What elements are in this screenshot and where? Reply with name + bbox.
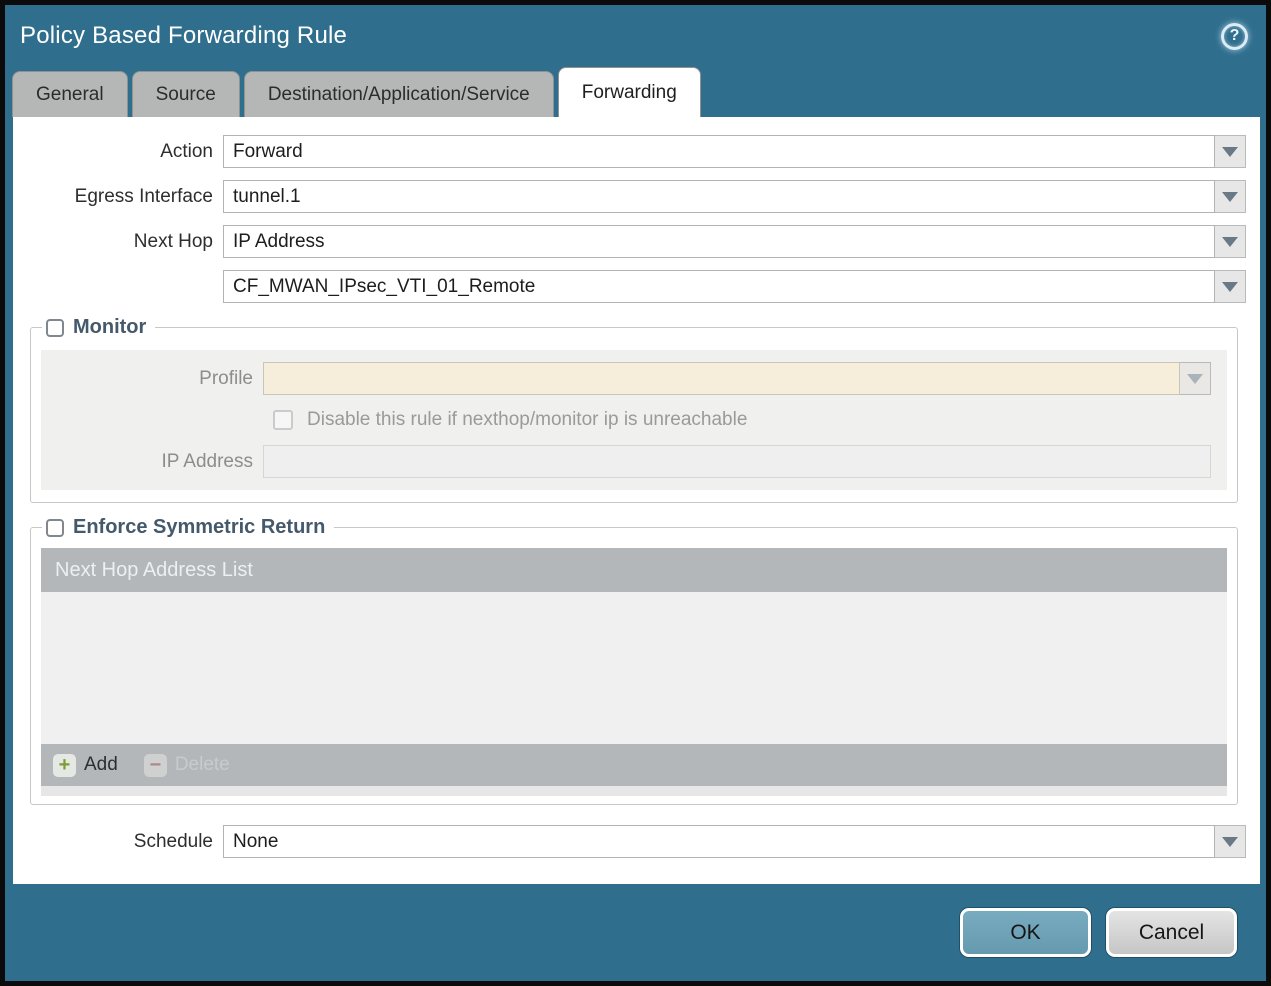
- ok-button[interactable]: OK: [960, 908, 1091, 957]
- tab-destination-application-service[interactable]: Destination/Application/Service: [243, 71, 554, 117]
- tab-content-forwarding: Action Forward Egress Interface tunnel.1: [13, 117, 1260, 884]
- monitor-panel: Profile Disable this rule if nexthop/mon…: [41, 350, 1227, 490]
- next-hop-type-dropdown-button[interactable]: [1215, 225, 1246, 258]
- schedule-row: Schedule None: [13, 825, 1246, 858]
- next-hop-address-list-table: Next Hop Address List + Add − Delete: [41, 548, 1227, 796]
- egress-interface-label: Egress Interface: [74, 185, 213, 207]
- disable-rule-checkbox: [273, 410, 293, 430]
- table-header-label: Next Hop Address List: [55, 558, 253, 581]
- schedule-select[interactable]: None: [223, 825, 1215, 858]
- monitor-ip-address-input: [263, 445, 1211, 478]
- next-hop-address-select[interactable]: CF_MWAN_IPsec_VTI_01_Remote: [223, 270, 1215, 303]
- table-header: Next Hop Address List: [41, 548, 1227, 592]
- dialog-title: Policy Based Forwarding Rule: [20, 22, 348, 49]
- add-button[interactable]: + Add: [53, 753, 118, 777]
- symmetric-return-checkbox[interactable]: [46, 518, 64, 537]
- profile-row: Profile: [41, 362, 1211, 395]
- delete-button: − Delete: [143, 753, 230, 777]
- next-hop-address-dropdown-button[interactable]: [1215, 270, 1246, 303]
- dialog-window: Policy Based Forwarding Rule ? General S…: [0, 0, 1271, 986]
- monitor-legend: Monitor: [42, 314, 156, 341]
- symmetric-return-legend: Enforce Symmetric Return: [42, 514, 335, 541]
- table-body-empty[interactable]: [41, 592, 1227, 744]
- horizontal-scrollbar[interactable]: [41, 786, 1227, 796]
- tab-forwarding[interactable]: Forwarding: [557, 67, 701, 117]
- plus-icon: +: [53, 753, 76, 777]
- chevron-down-icon: [1222, 146, 1238, 157]
- delete-button-label: Delete: [174, 754, 230, 775]
- next-hop-address-row: CF_MWAN_IPsec_VTI_01_Remote: [13, 270, 1246, 303]
- monitor-ip-address-label: IP Address: [161, 450, 253, 472]
- profile-select: [263, 362, 1180, 395]
- symmetric-return-group: Enforce Symmetric Return Next Hop Addres…: [30, 514, 1238, 805]
- profile-label: Profile: [199, 367, 253, 389]
- tab-source[interactable]: Source: [131, 71, 240, 117]
- disable-rule-label: Disable this rule if nexthop/monitor ip …: [307, 409, 748, 430]
- help-icon[interactable]: ?: [1221, 22, 1248, 50]
- chevron-down-icon: [1222, 281, 1238, 292]
- profile-dropdown-button: [1180, 362, 1211, 395]
- action-select[interactable]: Forward: [223, 135, 1215, 168]
- help-glyph: ?: [1229, 27, 1240, 44]
- chevron-down-icon: [1187, 373, 1203, 384]
- chevron-down-icon: [1222, 836, 1238, 847]
- next-hop-row: Next Hop IP Address: [13, 225, 1246, 258]
- add-button-label: Add: [84, 754, 118, 775]
- monitor-title: Monitor: [73, 316, 147, 338]
- monitor-ip-address-row: IP Address: [41, 445, 1211, 478]
- chevron-down-icon: [1222, 236, 1238, 247]
- monitor-checkbox[interactable]: [46, 318, 64, 337]
- dialog-footer: OK Cancel: [5, 884, 1266, 981]
- action-label: Action: [160, 140, 213, 162]
- action-dropdown-button[interactable]: [1215, 135, 1246, 168]
- tab-general[interactable]: General: [12, 71, 128, 117]
- titlebar: Policy Based Forwarding Rule ?: [5, 5, 1266, 67]
- cancel-button[interactable]: Cancel: [1106, 908, 1237, 957]
- schedule-label: Schedule: [133, 830, 213, 852]
- action-row: Action Forward: [13, 135, 1246, 168]
- minus-icon: −: [143, 753, 167, 777]
- next-hop-type-select[interactable]: IP Address: [223, 225, 1215, 258]
- egress-interface-row: Egress Interface tunnel.1: [13, 180, 1246, 213]
- dialog-background: Policy Based Forwarding Rule ? General S…: [5, 5, 1266, 981]
- next-hop-label: Next Hop: [133, 230, 213, 252]
- egress-interface-select[interactable]: tunnel.1: [223, 180, 1215, 213]
- symmetric-return-title: Enforce Symmetric Return: [73, 516, 326, 538]
- schedule-dropdown-button[interactable]: [1215, 825, 1246, 858]
- chevron-down-icon: [1222, 191, 1238, 202]
- table-toolbar: + Add − Delete: [41, 744, 1227, 786]
- egress-interface-dropdown-button[interactable]: [1215, 180, 1246, 213]
- tab-bar: General Source Destination/Application/S…: [5, 67, 1266, 117]
- monitor-group: Monitor Profile Disable this rule if nex…: [30, 314, 1238, 503]
- disable-rule-row: Disable this rule if nexthop/monitor ip …: [273, 409, 1227, 431]
